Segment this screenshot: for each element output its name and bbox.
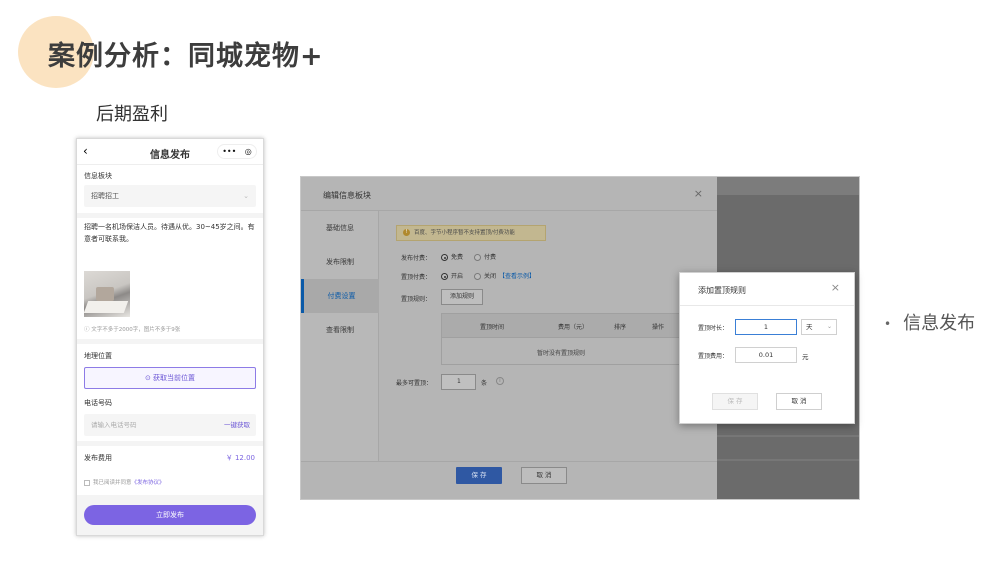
max-pin-input[interactable]: 1	[441, 374, 476, 390]
phone-screenshot: ‹ 信息发布 ••• ◎ 信息板块 招聘招工 ⌄ 招聘一名机场保洁人员。待遇从优…	[76, 138, 264, 536]
agreement-prefix: 我已阅读并同意	[93, 480, 132, 486]
description-textarea[interactable]: 招聘一名机场保洁人员。待遇从优。30~45岁之间。有意者可联系我。	[84, 221, 258, 245]
add-rule-button[interactable]: 添加规则	[441, 289, 483, 305]
pin-duration-input[interactable]: 1	[735, 319, 797, 335]
bullet-dot-icon: •	[884, 317, 892, 331]
pin-rule-label: 置顶规则：	[401, 296, 432, 303]
board-select-value: 招聘招工	[91, 192, 119, 200]
pin-fee-label: 置顶付费：	[401, 274, 432, 281]
pin-dialog-divider	[680, 305, 854, 306]
save-button[interactable]: 保 存	[456, 467, 502, 484]
pin-fee-unit: 元	[802, 353, 809, 361]
max-pin-label: 最多可置顶：	[396, 380, 433, 387]
radio-dot-checked	[441, 273, 448, 280]
background-panel-strip	[717, 435, 859, 437]
miniprogram-capsule[interactable]: ••• ◎	[217, 144, 257, 159]
edit-modal-title: 编辑信息板块	[323, 191, 371, 200]
radio-dot	[474, 273, 481, 280]
pin-rule-table: 置顶时间 费用（元） 排序 操作 暂时没有置顶规则	[441, 313, 681, 365]
section-divider	[77, 441, 263, 446]
phone-nav-bar: ‹ 信息发布 ••• ◎	[77, 139, 263, 165]
uploaded-photo[interactable]	[83, 271, 130, 317]
radio-free[interactable]: 免费	[441, 252, 463, 261]
radio-paid[interactable]: 付费	[474, 252, 496, 261]
close-target-icon[interactable]: ◎	[245, 147, 252, 156]
board-select[interactable]: 招聘招工 ⌄	[84, 185, 256, 207]
get-location-label: 获取当前位置	[153, 374, 196, 382]
edit-modal-footer	[301, 461, 717, 499]
sidebar-item-basic-info[interactable]: 基础信息	[301, 211, 379, 245]
warning-icon: !	[403, 229, 410, 236]
get-location-button[interactable]: ⊙ 获取当前位置	[84, 367, 256, 389]
platform-notice-text: 百度、字节小程序暂不支持置顶/付费功能	[414, 230, 515, 236]
pin-duration-label: 置顶时长：	[698, 325, 729, 332]
background-panel-strip	[717, 459, 859, 461]
pin-fee-label: 置顶费用：	[698, 353, 729, 360]
sidebar-item-view-limit[interactable]: 查看限制	[301, 313, 379, 347]
bullet-point: • 信息发布	[884, 309, 975, 335]
chevron-down-icon: ⌄	[826, 323, 832, 330]
sidebar-item-payment-settings[interactable]: 付费设置	[301, 279, 379, 313]
pin-fee-input[interactable]: 0.01	[735, 347, 797, 363]
location-pin-icon: ⊙	[144, 374, 154, 382]
add-pin-rule-dialog: 添加置顶规则 × 置顶时长： 1 天 ⌄ 置顶费用： 0.01 元 保 存 取 …	[679, 272, 855, 424]
one-click-get-button[interactable]: 一键获取	[224, 414, 250, 436]
photo-book-shape	[83, 301, 129, 313]
view-example-link[interactable]: 【查看示例】	[499, 273, 535, 280]
more-dots-icon[interactable]: •••	[222, 147, 236, 156]
board-label: 信息板块	[84, 172, 112, 180]
pin-rule-table-header: 置顶时间 费用（元） 排序 操作	[442, 314, 680, 338]
upload-hint: ⓘ 文字不多于2000字，图片不多于9张	[84, 325, 180, 333]
publish-fee-label: 发布费用	[84, 454, 112, 462]
table-header-fee: 费用（元）	[558, 324, 589, 331]
radio-dot-checked	[441, 254, 448, 261]
radio-pin-off-label: 关闭	[484, 273, 497, 280]
pin-dialog-title: 添加置顶规则	[698, 286, 746, 295]
close-icon[interactable]: ×	[831, 281, 840, 294]
phone-number-input[interactable]: 请输入电话号码 一键获取	[84, 414, 256, 436]
table-header-pin-time: 置顶时间	[480, 324, 505, 331]
slide-subtitle: 后期盈利	[96, 104, 168, 125]
agreement-row[interactable]: 我已阅读并同意《发布协议》	[84, 478, 165, 486]
agreement-checkbox[interactable]	[84, 479, 90, 486]
bullet-text: 信息发布	[903, 313, 976, 334]
close-icon[interactable]: ×	[694, 187, 703, 200]
phone-number-placeholder: 请输入电话号码	[91, 421, 137, 429]
slide-title: 案例分析：同城宠物+	[48, 41, 324, 72]
upload-hint-text: 文字不多于2000字，图片不多于9张	[91, 327, 181, 333]
radio-pin-on[interactable]: 开启	[441, 271, 463, 280]
pin-cancel-button[interactable]: 取 消	[776, 393, 822, 410]
background-panel-bar	[717, 177, 859, 195]
pin-duration-unit-value: 天	[806, 323, 813, 331]
platform-notice: ! 百度、字节小程序暂不支持置顶/付费功能	[396, 225, 546, 241]
cancel-button[interactable]: 取 消	[521, 467, 567, 484]
chevron-down-icon: ⌄	[243, 192, 249, 200]
table-empty-text: 暂时没有置顶规则	[536, 350, 585, 357]
radio-paid-label: 付费	[484, 254, 497, 261]
info-icon[interactable]: i	[496, 377, 504, 385]
pin-duration-unit-select[interactable]: 天 ⌄	[801, 319, 837, 335]
max-pin-unit: 条	[481, 380, 488, 387]
edit-board-modal: 编辑信息板块 × 基础信息 发布限制 付费设置 查看限制 ! 百度、字节小程序暂不…	[301, 177, 717, 499]
agreement-link[interactable]: 《发布协议》	[132, 480, 165, 486]
publish-now-button[interactable]: 立即发布	[84, 505, 256, 525]
publish-fee-value: ￥ 12.00	[225, 454, 255, 462]
slide: 案例分析：同城宠物+ 后期盈利 ‹ 信息发布 ••• ◎ 信息板块 招聘招工 ⌄…	[0, 0, 1000, 562]
table-header-actions: 操作	[652, 324, 665, 331]
section-divider	[77, 213, 263, 218]
table-header-order: 排序	[614, 324, 627, 331]
radio-free-label: 免费	[451, 254, 464, 261]
location-label: 地理位置	[84, 352, 112, 360]
sidebar-item-publish-limit[interactable]: 发布限制	[301, 245, 379, 279]
publish-fee-label: 发布付费：	[401, 255, 432, 262]
edit-modal-sidebar: 基础信息 发布限制 付费设置 查看限制	[301, 211, 379, 461]
section-divider	[77, 339, 263, 344]
phone-number-label: 电话号码	[84, 399, 112, 407]
radio-dot	[474, 254, 481, 261]
pin-save-button[interactable]: 保 存	[712, 393, 758, 410]
photo-cup-shape	[96, 287, 114, 301]
edit-modal-header: 编辑信息板块 ×	[301, 177, 717, 211]
radio-pin-off[interactable]: 关闭 【查看示例】	[474, 271, 535, 280]
radio-pin-on-label: 开启	[451, 273, 464, 280]
